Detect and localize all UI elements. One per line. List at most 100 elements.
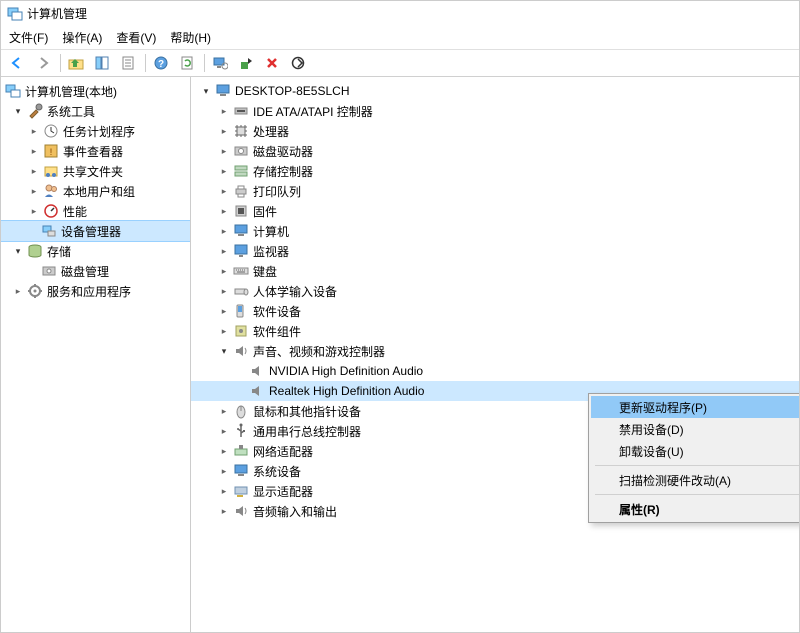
category-disk-drives[interactable]: ▸磁盘驱动器	[191, 141, 799, 161]
expander-icon[interactable]: ▸	[27, 184, 41, 198]
expander-icon[interactable]: ▸	[217, 484, 231, 498]
device-label: 处理器	[253, 123, 289, 140]
device-root[interactable]: ▾ DESKTOP-8E5SLCH	[191, 81, 799, 101]
category-print-queues[interactable]: ▸ 打印队列	[191, 181, 799, 201]
tree-label: 服务和应用程序	[47, 283, 131, 300]
expander-icon[interactable]: ▸	[217, 244, 231, 258]
clock-icon	[43, 123, 59, 139]
ctx-scan-hardware[interactable]: 扫描检测硬件改动(A)	[591, 469, 799, 491]
expander-icon[interactable]: ▾	[217, 344, 231, 358]
console-tree: 计算机管理(本地) ▾ 系统工具 ▸ 任务计划程序 ▸ ! 事件查看器 ▸ 共享…	[1, 77, 191, 632]
expander-icon[interactable]: ▸	[27, 144, 41, 158]
device-tree: ▾ DESKTOP-8E5SLCH ▸IDE ATA/ATAPI 控制器 ▸ 处理…	[191, 77, 799, 632]
refresh-button[interactable]	[175, 52, 199, 74]
tree-shared-folders[interactable]: ▸ 共享文件夹	[1, 161, 190, 181]
category-software-components[interactable]: ▸软件组件	[191, 321, 799, 341]
expander-icon[interactable]: ▸	[11, 284, 25, 298]
expander-icon[interactable]: ▸	[217, 164, 231, 178]
expander-icon[interactable]: ▸	[27, 124, 41, 138]
device-label: 通用串行总线控制器	[253, 423, 361, 440]
show-hide-button[interactable]	[90, 52, 114, 74]
expander-icon[interactable]: ▸	[217, 184, 231, 198]
users-icon	[43, 183, 59, 199]
expander-icon[interactable]: ▸	[217, 264, 231, 278]
expander-icon[interactable]: ▸	[217, 424, 231, 438]
category-keyboards[interactable]: ▸键盘	[191, 261, 799, 281]
toolbar: ?	[1, 49, 799, 77]
menu-action[interactable]: 操作(A)	[62, 29, 102, 46]
disable-button[interactable]	[286, 52, 310, 74]
tree-local-users[interactable]: ▸ 本地用户和组	[1, 181, 190, 201]
category-hid[interactable]: ▸ 人体学输入设备	[191, 281, 799, 301]
tree-label: 共享文件夹	[63, 163, 123, 180]
forward-button[interactable]	[31, 52, 55, 74]
category-computer[interactable]: ▸计算机	[191, 221, 799, 241]
category-ide[interactable]: ▸IDE ATA/ATAPI 控制器	[191, 101, 799, 121]
expander-icon[interactable]: ▸	[217, 144, 231, 158]
expander-icon[interactable]: ▸	[217, 284, 231, 298]
tree-system-tools[interactable]: ▾ 系统工具	[1, 101, 190, 121]
category-software-devices[interactable]: ▸ 软件设备	[191, 301, 799, 321]
expander-icon[interactable]: ▸	[217, 124, 231, 138]
up-level-button[interactable]	[64, 52, 88, 74]
menu-file[interactable]: 文件(F)	[9, 29, 48, 46]
device-nvidia-audio[interactable]: NVIDIA High Definition Audio	[191, 361, 799, 381]
tree-root[interactable]: 计算机管理(本地)	[1, 81, 190, 101]
expander-icon[interactable]: ▸	[217, 504, 231, 518]
device-label: 人体学输入设备	[253, 283, 337, 300]
expander-icon[interactable]: ▸	[217, 204, 231, 218]
expander-icon[interactable]: ▸	[217, 104, 231, 118]
category-sound[interactable]: ▾声音、视频和游戏控制器	[191, 341, 799, 361]
expander-icon[interactable]: ▸	[217, 224, 231, 238]
scan-hardware-button[interactable]	[208, 52, 232, 74]
tree-task-scheduler[interactable]: ▸ 任务计划程序	[1, 121, 190, 141]
ide-icon	[233, 103, 249, 119]
services-icon	[27, 283, 43, 299]
tree-label: 事件查看器	[63, 143, 123, 160]
tree-performance[interactable]: ▸ 性能	[1, 201, 190, 221]
category-monitors[interactable]: ▸监视器	[191, 241, 799, 261]
expander-icon[interactable]: ▾	[199, 84, 213, 98]
category-processors[interactable]: ▸ 处理器	[191, 121, 799, 141]
tree-event-viewer[interactable]: ▸ ! 事件查看器	[1, 141, 190, 161]
software-device-icon	[233, 303, 249, 319]
tree-label: 系统工具	[47, 103, 95, 120]
tree-label: 性能	[63, 203, 87, 220]
expander-icon[interactable]: ▸	[27, 204, 41, 218]
expander-icon[interactable]: ▸	[217, 324, 231, 338]
ctx-update-driver[interactable]: 更新驱动程序(P)	[591, 396, 799, 418]
help-button[interactable]: ?	[149, 52, 173, 74]
ctx-uninstall-device[interactable]: 卸载设备(U)	[591, 440, 799, 462]
tree-storage[interactable]: ▾ 存储	[1, 241, 190, 261]
audio-io-icon	[233, 503, 249, 519]
expander-icon[interactable]: ▸	[217, 404, 231, 418]
expander-icon[interactable]: ▸	[217, 304, 231, 318]
device-label: 软件设备	[253, 303, 301, 320]
monitor-icon	[233, 243, 249, 259]
tree-services-apps[interactable]: ▸ 服务和应用程序	[1, 281, 190, 301]
category-firmware[interactable]: ▸固件	[191, 201, 799, 221]
back-button[interactable]	[5, 52, 29, 74]
uninstall-button[interactable]	[260, 52, 284, 74]
tree-disk-management[interactable]: 磁盘管理	[1, 261, 190, 281]
device-label: 打印队列	[253, 183, 301, 200]
network-icon	[233, 443, 249, 459]
update-driver-button[interactable]	[234, 52, 258, 74]
disk-drive-icon	[233, 143, 249, 159]
device-label: 音频输入和输出	[253, 503, 337, 520]
ctx-disable-device[interactable]: 禁用设备(D)	[591, 418, 799, 440]
properties-button[interactable]	[116, 52, 140, 74]
ctx-label: 卸载设备(U)	[619, 443, 684, 460]
device-label: 存储控制器	[253, 163, 313, 180]
tree-device-manager[interactable]: 设备管理器	[1, 221, 190, 241]
expander-icon[interactable]: ▸	[27, 164, 41, 178]
expander-icon[interactable]: ▾	[11, 104, 25, 118]
category-storage-controllers[interactable]: ▸ 存储控制器	[191, 161, 799, 181]
expander-icon[interactable]: ▾	[11, 244, 25, 258]
title-bar: 计算机管理	[1, 1, 799, 26]
menu-help[interactable]: 帮助(H)	[170, 29, 211, 46]
expander-icon[interactable]: ▸	[217, 464, 231, 478]
expander-icon[interactable]: ▸	[217, 444, 231, 458]
ctx-properties[interactable]: 属性(R)	[591, 498, 799, 520]
menu-view[interactable]: 查看(V)	[116, 29, 156, 46]
